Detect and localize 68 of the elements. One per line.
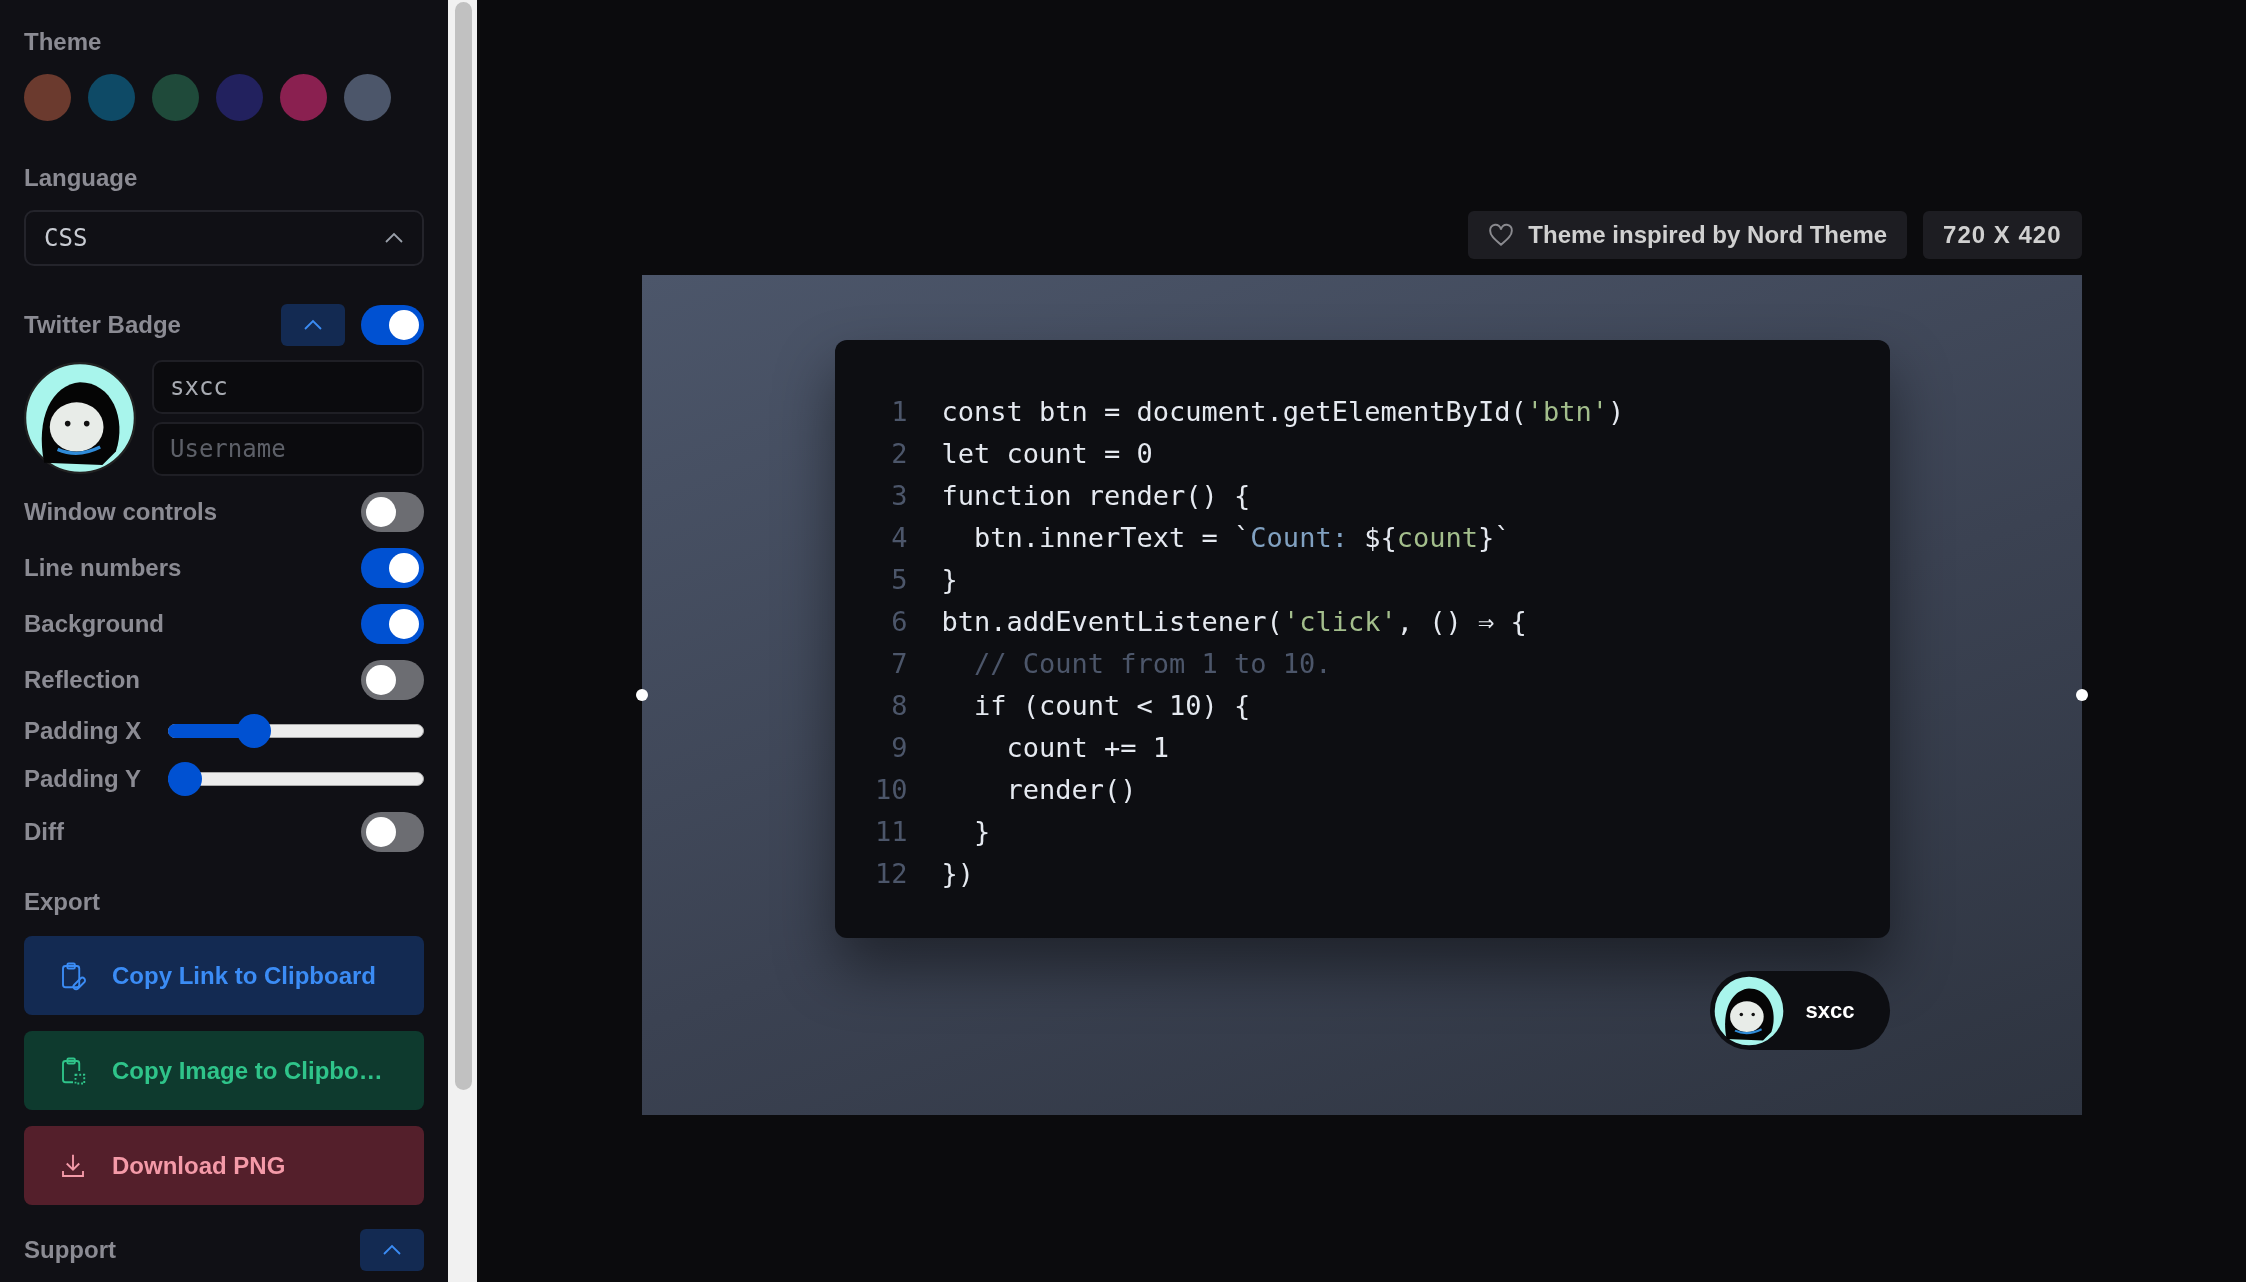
toggle-switch[interactable]	[361, 548, 424, 588]
slider-thumb[interactable]	[168, 762, 202, 796]
theme-swatch[interactable]	[152, 74, 199, 121]
toggle-switch[interactable]	[361, 812, 424, 852]
line-number: 1	[890, 395, 908, 427]
caret-icon	[382, 1244, 402, 1256]
code-line: count += 1	[1005, 731, 1170, 763]
username-field[interactable]: Username	[152, 422, 424, 476]
export-button[interactable]: Copy Image to Clipbo…	[24, 1031, 424, 1110]
scrollbar[interactable]	[448, 0, 477, 1282]
toggle-switch[interactable]	[361, 492, 424, 532]
export-button[interactable]: Copy Link to Clipboard	[24, 936, 424, 1015]
section-label: Twitter Badge	[24, 311, 181, 339]
code-line: let count = 0	[941, 437, 1153, 469]
code-line: function render() {	[941, 479, 1251, 511]
code-line: if (count < 10) {	[973, 689, 1251, 721]
line-number: 4	[890, 521, 908, 553]
language-select[interactable]: CSS	[24, 210, 424, 266]
line-number: 6	[890, 605, 908, 637]
line-number: 12	[874, 857, 908, 889]
line-number: 10	[874, 773, 908, 805]
line-number: 8	[890, 689, 908, 721]
size-label: 720 X 420	[1923, 211, 2082, 259]
option-label: Padding Y	[24, 765, 141, 793]
line-number: 2	[890, 437, 908, 469]
code-line: btn.innerText = `Count: ${count}`	[973, 521, 1511, 553]
option-label: Diff	[24, 818, 64, 846]
line-number: 3	[890, 479, 908, 511]
line-number: 7	[890, 647, 908, 679]
option-label: Padding X	[24, 717, 142, 745]
theme-swatch[interactable]	[88, 74, 135, 121]
theme-swatch[interactable]	[216, 74, 263, 121]
option-label: Background	[24, 610, 164, 638]
code-line: }	[973, 815, 991, 847]
option-label: Window controls	[24, 498, 218, 526]
section-label: Export	[24, 888, 101, 916]
resize-handle[interactable]	[635, 689, 648, 701]
option-label: Reflection	[24, 666, 140, 694]
theme-swatch[interactable]	[24, 74, 71, 121]
caret-icon	[303, 319, 323, 331]
avatar-drawing	[1713, 975, 1784, 1046]
code-line: })	[941, 857, 974, 889]
toggle-switch[interactable]	[361, 604, 424, 644]
theme-swatch[interactable]	[280, 74, 327, 121]
toggle-switch[interactable]	[361, 660, 424, 700]
theme-credit-label: Theme inspired by Nord Theme	[1468, 211, 1908, 259]
section-label: Language	[24, 164, 139, 192]
section-label: Theme	[24, 28, 103, 56]
code-line: const btn = document.getElementById('btn')	[941, 395, 1625, 427]
line-number: 11	[874, 815, 908, 847]
slider-thumb[interactable]	[236, 714, 271, 748]
badge-name: sxcc	[1805, 997, 1855, 1024]
toggle-switch[interactable]	[361, 305, 424, 345]
line-number: 9	[890, 731, 908, 763]
heart-icon	[1488, 223, 1515, 247]
code-line: btn.addEventListener('click', () ⇒ {	[941, 605, 1527, 637]
resize-handle[interactable]	[2075, 689, 2088, 701]
slider[interactable]	[168, 762, 424, 796]
code-line: render()	[1005, 773, 1137, 805]
option-label: Line numbers	[24, 554, 182, 582]
code-line: }	[941, 563, 958, 595]
slider[interactable]	[168, 714, 424, 748]
theme-swatch[interactable]	[344, 74, 391, 121]
export-button[interactable]: Download PNG	[24, 1126, 424, 1205]
name-field[interactable]: sxcc	[152, 360, 424, 414]
section-label: Support	[24, 1236, 116, 1264]
code-line: // Count from 1 to 10.	[973, 647, 1332, 679]
line-number: 5	[890, 563, 908, 595]
